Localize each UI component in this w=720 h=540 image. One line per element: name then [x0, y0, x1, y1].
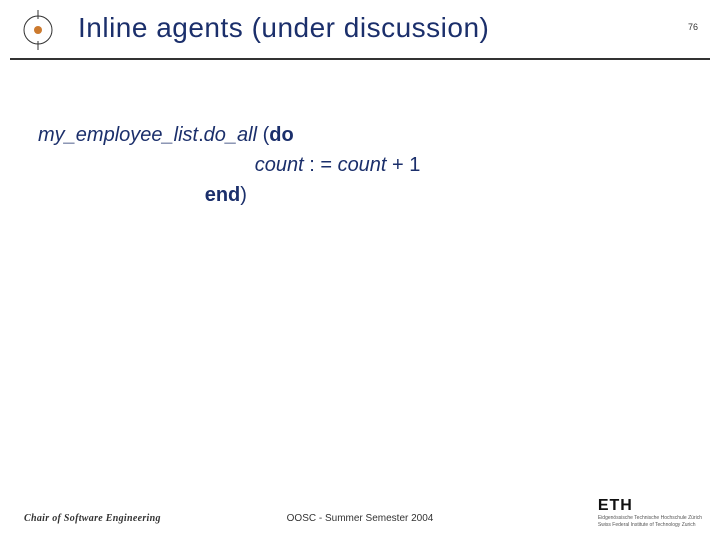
page-number: 76 [688, 22, 698, 32]
eth-subtitle-2: Swiss Federal Institute of Technology Zu… [598, 523, 702, 529]
code-token: count [255, 154, 309, 176]
slide-root: Inline agents (under discussion) 76 my_e… [0, 0, 720, 540]
code-indent [38, 184, 205, 206]
footer-eth-logo: ETH Eidgenössische Technische Hochschule… [598, 497, 702, 528]
code-block: my_employee_list.do_all (do count : = co… [38, 120, 690, 210]
bullet-logo-icon [18, 10, 58, 50]
code-line-2: count : = count + 1 [38, 150, 690, 180]
code-token: count [338, 154, 392, 176]
code-indent [38, 154, 255, 176]
code-token: ) [240, 184, 247, 206]
code-token: + 1 [392, 154, 420, 176]
eth-wordmark: ETH [598, 497, 702, 515]
code-line-1: my_employee_list.do_all (do [38, 120, 690, 150]
code-keyword: do [269, 124, 293, 146]
slide-header: Inline agents (under discussion) [0, 10, 720, 60]
slide-title: Inline agents (under discussion) [78, 12, 489, 44]
code-keyword: end [205, 184, 241, 206]
code-line-3: end) [38, 180, 690, 210]
code-token: : = [309, 154, 337, 176]
header-divider [10, 58, 710, 60]
code-token: do_all [204, 124, 263, 146]
code-token: my_employee_list [38, 124, 198, 146]
eth-subtitle-1: Eidgenössische Technische Hochschule Zür… [598, 516, 702, 522]
